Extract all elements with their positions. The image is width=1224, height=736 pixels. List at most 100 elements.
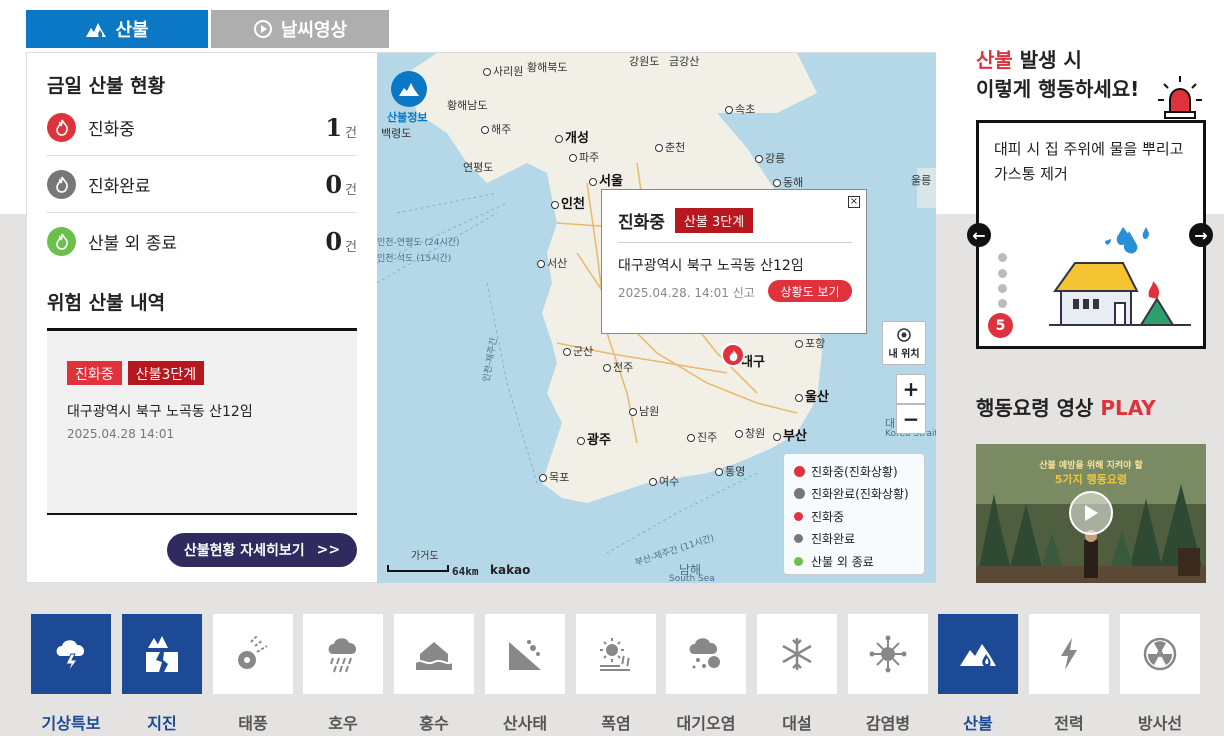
- popup-reported: 2025.04.28. 14:01 신고: [618, 286, 755, 300]
- detail-button[interactable]: 산불현황 자세히보기 >>: [167, 533, 357, 567]
- stat-count: 0: [325, 227, 343, 256]
- menu-heavy-rain[interactable]: 호우: [303, 614, 383, 736]
- wildfire-icon: [86, 23, 107, 37]
- risk-datetime: 2025.04.28 14:01: [67, 427, 175, 441]
- city-label: 광주: [577, 429, 611, 448]
- tab-weather-video-label: 날씨영상: [280, 20, 348, 41]
- play-button[interactable]: [1069, 491, 1113, 535]
- menu-landslide[interactable]: 산사태: [485, 614, 565, 736]
- legend-item: 진화완료: [794, 528, 914, 551]
- legend-item: 산불 외 종료: [794, 550, 914, 573]
- risk-location: 대구광역시 북구 노곡동 산12임: [67, 404, 253, 420]
- city-label: 해주: [481, 121, 511, 137]
- menu-label: 산사태: [502, 714, 548, 733]
- city-label: 동해: [773, 174, 803, 190]
- city-label: South Sea: [669, 574, 715, 583]
- situation-map-button[interactable]: 상황도 보기: [768, 280, 852, 302]
- menu-icon-box: [576, 614, 656, 694]
- my-location-button[interactable]: 내 위치: [882, 321, 926, 365]
- title-rest: 발생 시: [1012, 48, 1082, 72]
- city-label: 백령도: [381, 127, 412, 140]
- siren-icon: [1158, 76, 1202, 119]
- city-label: 남원: [629, 403, 659, 419]
- video-title-text: 행동요령 영상: [976, 396, 1094, 420]
- earthquake-icon: [146, 636, 178, 672]
- flood-icon: [415, 642, 453, 670]
- map-scale-bar: [387, 565, 449, 572]
- city-label: 울산: [795, 386, 829, 405]
- fire-active-icon: [794, 465, 805, 477]
- menu-label: 기상특보: [41, 714, 101, 733]
- stat-label: 산불 외 종료: [88, 234, 178, 254]
- menu-wildfire[interactable]: 산불: [938, 614, 1018, 736]
- slide-dot[interactable]: [998, 253, 1007, 262]
- next-slide-button[interactable]: →: [1189, 223, 1213, 247]
- city-label: 황해북도: [527, 61, 568, 74]
- arrow-right-icon: →: [1194, 225, 1208, 245]
- risk-fire-card[interactable]: 진화중 산불3단계 대구광역시 북구 노곡동 산12임 2025.04.28 1…: [47, 328, 357, 515]
- zoom-in-button[interactable]: +: [896, 374, 926, 404]
- radiation-icon: [1143, 637, 1177, 671]
- menu-label: 대기오염: [676, 714, 736, 733]
- fire-marker[interactable]: [721, 343, 745, 367]
- menu-air-pollution[interactable]: 대기오염: [666, 614, 746, 736]
- stat-label: 진화완료: [88, 176, 151, 197]
- city-label: 춘천: [655, 139, 685, 155]
- menu-radiation[interactable]: 방사선: [1120, 614, 1200, 736]
- wildfire-info-logo: [391, 71, 427, 107]
- legend-label: 진화완료(진화상황): [811, 487, 909, 502]
- fire-info-popup: × 진화중 산불 3단계 대구광역시 북구 노곡동 산12임 2025.04.2…: [601, 189, 867, 334]
- fire-other-icon: [47, 227, 76, 256]
- zoom-out-button[interactable]: −: [896, 404, 926, 434]
- city-label: 서산: [537, 255, 567, 271]
- title-line2: 이렇게 행동하세요!: [976, 77, 1140, 101]
- fire-completed-icon: [47, 169, 76, 199]
- map-scale-label: 64km: [452, 565, 479, 578]
- city-label: 인천: [551, 193, 585, 212]
- slide-dot[interactable]: [998, 284, 1007, 293]
- city-label: 개성: [555, 127, 589, 146]
- menu-icon-box: [1029, 614, 1109, 694]
- tab-weather-video[interactable]: 날씨영상: [211, 10, 389, 48]
- status-badge: 진화중: [67, 361, 122, 385]
- city-label: 강원도: [629, 55, 660, 68]
- menu-icon-box: [213, 614, 293, 694]
- close-icon[interactable]: ×: [848, 196, 860, 208]
- action-video-thumbnail[interactable]: 산불 예방을 위해 지켜야 할 5가지 행동요령: [976, 444, 1206, 583]
- risk-fire-title: 위험 산불 내역: [47, 292, 166, 314]
- menu-icon-box: [394, 614, 474, 694]
- menu-weather-warning[interactable]: 기상특보: [31, 614, 111, 736]
- menu-earthquake[interactable]: 지진: [122, 614, 202, 736]
- wildfire-map[interactable]: 산불정보 사리원 황해북도 강원도 금강산 황해남도 해주 개성 속초 백령도 …: [377, 53, 936, 583]
- action-tip-card: 대피 시 집 주위에 물을 뿌리고 가스통 제거 5: [976, 120, 1206, 349]
- slide-dot[interactable]: [998, 269, 1007, 278]
- menu-typhoon[interactable]: 태풍: [213, 614, 293, 736]
- house-water-illustration: [1049, 227, 1191, 326]
- prev-slide-button[interactable]: ←: [967, 223, 991, 247]
- city-label: 황해남도: [447, 99, 488, 112]
- my-location-label: 내 위치: [888, 348, 920, 360]
- menu-label: 홍수: [419, 714, 449, 733]
- menu-infectious-disease[interactable]: 감염병: [848, 614, 928, 736]
- menu-icon-box: [485, 614, 565, 694]
- city-label: 연평도: [463, 161, 494, 174]
- menu-flood[interactable]: 홍수: [394, 614, 474, 736]
- fire-completed-icon: [794, 488, 805, 500]
- menu-heavy-snow[interactable]: 대설: [757, 614, 837, 736]
- slide-dot[interactable]: [998, 299, 1007, 308]
- menu-label: 대설: [782, 714, 812, 733]
- menu-power[interactable]: 전력: [1029, 614, 1109, 736]
- menu-heatwave[interactable]: 폭염: [576, 614, 656, 736]
- menu-icon-box: [31, 614, 111, 694]
- menu-icon-box: [938, 614, 1018, 694]
- city-label: 강릉: [755, 150, 785, 166]
- tab-wildfire[interactable]: 산불: [26, 10, 208, 48]
- today-status-title: 금일 산불 현황: [47, 75, 166, 97]
- stat-unit: 건: [345, 125, 357, 141]
- popup-divider: [618, 242, 852, 243]
- menu-label: 지진: [147, 714, 177, 733]
- slide-step-badge[interactable]: 5: [988, 313, 1013, 338]
- detail-button-label: 산불현황 자세히보기: [183, 543, 305, 559]
- map-legend: 진화중(진화상황) 진화완료(진화상황) 진화중 진화완료 산불 외 종료: [783, 453, 925, 575]
- target-icon: [897, 327, 911, 342]
